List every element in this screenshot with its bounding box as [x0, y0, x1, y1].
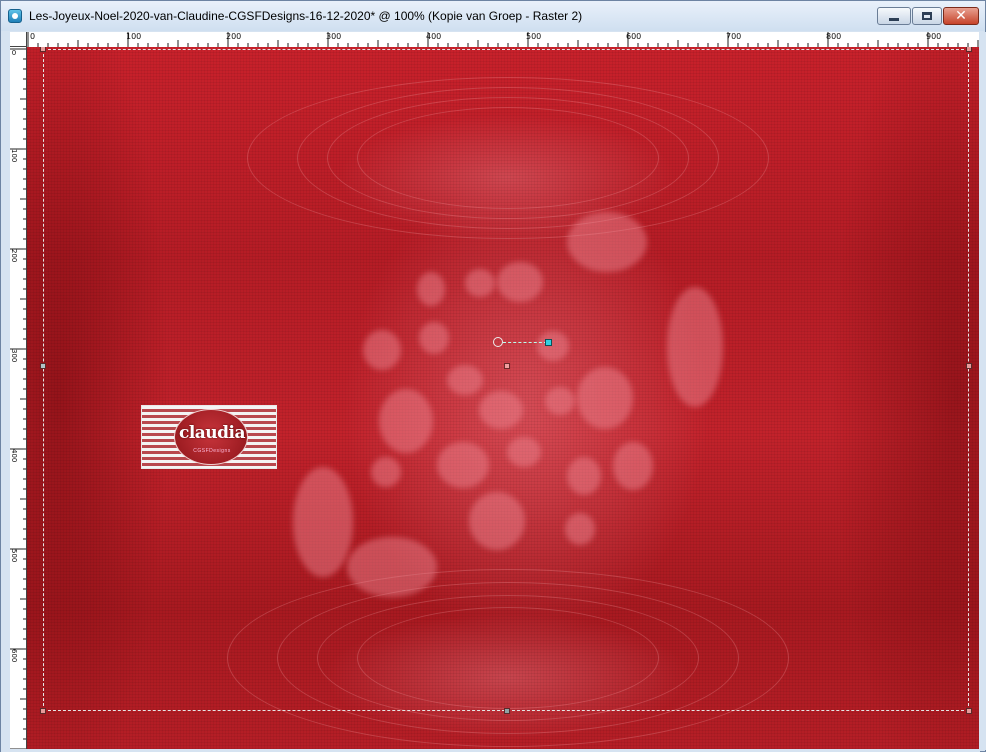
- ruler-label-0: 0: [30, 32, 36, 41]
- ruler-label-300: 300: [326, 32, 342, 41]
- psp-app-icon[interactable]: [8, 9, 22, 23]
- vruler-label-300: 300: [10, 349, 18, 363]
- ruler-label-200: 200: [226, 32, 242, 41]
- image-canvas[interactable]: claudia CGSFDesigns: [27, 47, 979, 749]
- document-window: Les-Joyeux-Noel-2020-van-Claudine-CGSFDe…: [0, 0, 986, 752]
- resize-handle-top-right[interactable]: [966, 47, 972, 52]
- center-point-handle[interactable]: [504, 363, 510, 369]
- ruler-label-900: 900: [926, 32, 942, 41]
- vruler-label-0: 0: [11, 49, 17, 57]
- close-button[interactable]: ✕: [943, 7, 979, 25]
- window-title: Les-Joyeux-Noel-2020-van-Claudine-CGSFDe…: [29, 9, 583, 23]
- vruler-label-500: 500: [10, 549, 18, 563]
- resize-handle-bottom-right[interactable]: [966, 708, 972, 714]
- vruler-label-100: 100: [10, 149, 18, 163]
- minimize-button[interactable]: [877, 7, 911, 25]
- pick-tool-bounding-box[interactable]: [43, 49, 969, 711]
- resize-handle-bottom-left[interactable]: [40, 708, 46, 714]
- vertical-ruler[interactable]: 0 100 200 300 400 500 600: [10, 47, 27, 749]
- horizontal-ruler[interactable]: 0 100 200 300 400 500 600 700 800 900: [27, 32, 979, 48]
- ruler-label-400: 400: [426, 32, 442, 41]
- minimize-icon: [889, 17, 899, 21]
- title-bar[interactable]: Les-Joyeux-Noel-2020-van-Claudine-CGSFDe…: [1, 1, 985, 31]
- vruler-label-200: 200: [10, 249, 18, 263]
- rotation-handle[interactable]: [545, 339, 552, 346]
- rotation-guide-line: [503, 342, 547, 343]
- ruler-label-800: 800: [826, 32, 842, 41]
- maximize-icon: [922, 12, 932, 20]
- ruler-corner[interactable]: [10, 32, 27, 47]
- ruler-label-100: 100: [126, 32, 142, 41]
- vruler-label-400: 400: [10, 449, 18, 463]
- rotation-pivot-icon[interactable]: [493, 337, 503, 347]
- ruler-label-600: 600: [626, 32, 642, 41]
- resize-handle-bottom-middle[interactable]: [504, 708, 510, 714]
- vruler-label-600: 600: [10, 649, 18, 663]
- close-icon: ✕: [955, 8, 967, 24]
- window-frame-left: [1, 32, 10, 752]
- window-frame-right: [979, 32, 986, 750]
- resize-handle-left-middle[interactable]: [40, 363, 46, 369]
- ruler-label-700: 700: [726, 32, 742, 41]
- resize-handle-right-middle[interactable]: [966, 363, 972, 369]
- resize-handle-top-left[interactable]: [40, 47, 46, 52]
- ruler-label-500: 500: [526, 32, 542, 41]
- maximize-button[interactable]: [912, 7, 942, 25]
